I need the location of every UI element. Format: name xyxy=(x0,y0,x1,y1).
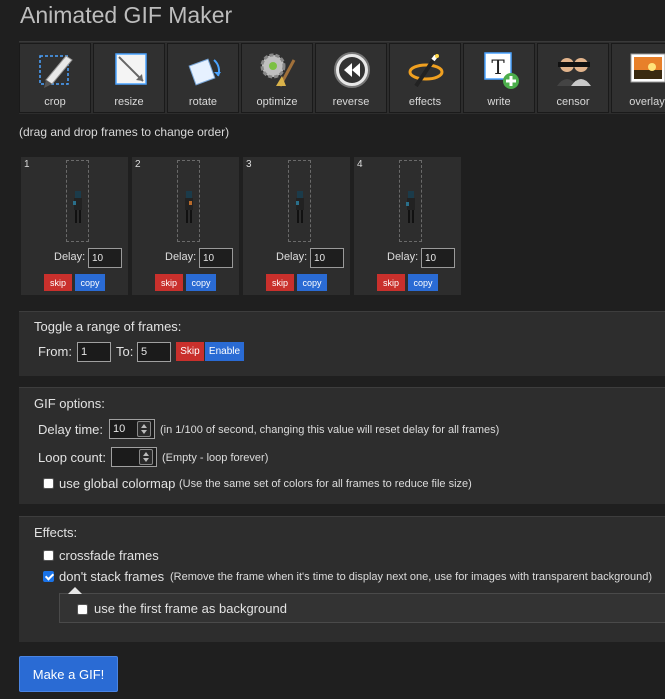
write-icon: T xyxy=(484,52,519,89)
svg-text:T: T xyxy=(491,55,505,79)
sprite-figure xyxy=(406,191,415,223)
global-colormap-checkbox[interactable] xyxy=(43,478,54,489)
delay-label: Delay: xyxy=(54,251,86,263)
dont-stack-note: (Remove the frame when it's time to disp… xyxy=(170,571,653,583)
range-enable-button[interactable]: Enable xyxy=(205,342,244,361)
tool-label: rotate xyxy=(188,96,218,108)
delay-time-label: Delay time: xyxy=(38,422,104,437)
sprite-figure xyxy=(73,191,82,223)
frame-delay-input[interactable] xyxy=(421,248,455,268)
reverse-icon xyxy=(334,52,370,88)
frame-number: 2 xyxy=(135,159,141,170)
tool-label: effects xyxy=(408,96,442,108)
crossfade-checkbox[interactable] xyxy=(43,550,54,561)
global-colormap-label: use global colormap xyxy=(59,476,176,491)
frame-thumbnail[interactable] xyxy=(288,160,311,242)
frame-thumbnail[interactable] xyxy=(399,160,422,242)
delay-label: Delay: xyxy=(165,251,197,263)
crop-tool-button[interactable]: crop xyxy=(19,43,91,113)
tool-label: reverse xyxy=(332,96,370,108)
range-skip-button[interactable]: Skip xyxy=(176,342,204,361)
tool-label: resize xyxy=(114,96,144,108)
censor-icon xyxy=(557,58,591,86)
frame-thumbnail[interactable] xyxy=(66,160,89,242)
frame-number: 4 xyxy=(357,159,363,170)
rotate-tool-button[interactable]: rotate xyxy=(167,43,239,113)
first-frame-background-label: use the first frame as background xyxy=(94,601,287,616)
resize-icon xyxy=(115,53,147,85)
toggle-range-title: Toggle a range of frames: xyxy=(34,319,182,334)
tool-label: censor xyxy=(556,96,590,108)
overlay-tool-button[interactable]: overlay xyxy=(611,43,665,113)
range-to-input[interactable] xyxy=(137,342,171,362)
frame-card[interactable]: 3 Delay: skip copy xyxy=(243,157,350,295)
loop-count-label: Loop count: xyxy=(38,450,106,465)
from-label: From: xyxy=(38,344,72,359)
make-gif-button[interactable]: Make a GIF! xyxy=(19,656,118,692)
range-from-input[interactable] xyxy=(77,342,111,362)
dont-stack-checkbox[interactable] xyxy=(43,571,54,582)
frame-thumbnail[interactable] xyxy=(177,160,200,242)
frame-number: 1 xyxy=(24,159,30,170)
crossfade-label: crossfade frames xyxy=(59,548,159,563)
reverse-tool-button[interactable]: reverse xyxy=(315,43,387,113)
effects-tool-button[interactable]: effects xyxy=(389,43,461,113)
tool-label: crop xyxy=(44,96,66,108)
gif-options-panel: GIF options: Delay time: (in 1/100 of se… xyxy=(19,387,665,504)
dont-stack-subpanel: use the first frame as background xyxy=(59,587,665,623)
frame-skip-button[interactable]: skip xyxy=(377,274,405,291)
frames-hint: (drag and drop frames to change order) xyxy=(19,125,230,139)
frame-delay-input[interactable] xyxy=(310,248,344,268)
frame-skip-button[interactable]: skip xyxy=(44,274,72,291)
frame-number: 3 xyxy=(246,159,252,170)
resize-tool-button[interactable]: resize xyxy=(93,43,165,113)
delay-label: Delay: xyxy=(387,251,419,263)
tool-label: write xyxy=(487,96,511,108)
dont-stack-label: don't stack frames xyxy=(59,569,165,584)
gif-options-title: GIF options: xyxy=(34,396,105,411)
frame-card[interactable]: 2 Delay: skip copy xyxy=(132,157,239,295)
write-tool-button[interactable]: T write xyxy=(463,43,535,113)
loop-count-note: (Empty - loop forever) xyxy=(162,452,269,464)
effects-panel: Effects: crossfade frames don't stack fr… xyxy=(19,516,665,642)
caret-up-icon xyxy=(68,587,82,594)
frame-delay-input[interactable] xyxy=(88,248,122,268)
frame-copy-button[interactable]: copy xyxy=(75,274,105,291)
page-title: Animated GIF Maker xyxy=(20,2,233,28)
loop-stepper-icon[interactable] xyxy=(139,449,153,465)
frame-card[interactable]: 1 Delay: skip copy xyxy=(21,157,128,295)
sprite-figure xyxy=(185,191,193,223)
frame-delay-input[interactable] xyxy=(199,248,233,268)
optimize-tool-button[interactable]: optimize xyxy=(241,43,313,113)
effects-icon xyxy=(408,54,444,88)
sprite-figure xyxy=(296,191,304,223)
rotate-icon xyxy=(188,58,221,86)
global-colormap-note: (Use the same set of colors for all fram… xyxy=(179,478,472,490)
frame-skip-button[interactable]: skip xyxy=(155,274,183,291)
first-frame-background-checkbox[interactable] xyxy=(77,604,88,615)
frame-card[interactable]: 4 Delay: skip copy xyxy=(354,157,461,295)
to-label: To: xyxy=(116,344,134,359)
frame-copy-button[interactable]: copy xyxy=(186,274,216,291)
tool-label: optimize xyxy=(256,96,298,108)
delay-time-note: (in 1/100 of second, changing this value… xyxy=(160,424,500,436)
frame-skip-button[interactable]: skip xyxy=(266,274,294,291)
overlay-icon xyxy=(630,53,665,83)
toggle-range-panel: Toggle a range of frames: From: To: Skip… xyxy=(19,311,665,376)
optimize-icon xyxy=(260,53,296,87)
delay-stepper-icon[interactable] xyxy=(137,421,151,437)
delay-label: Delay: xyxy=(276,251,308,263)
frame-copy-button[interactable]: copy xyxy=(408,274,438,291)
toolbar: crop resize rotate optimize reverse effe… xyxy=(19,41,665,114)
tool-label: overlay xyxy=(629,96,665,108)
crop-icon xyxy=(39,55,73,88)
frame-copy-button[interactable]: copy xyxy=(297,274,327,291)
censor-tool-button[interactable]: censor xyxy=(537,43,609,113)
effects-title: Effects: xyxy=(34,525,78,540)
frames-list: 1 Delay: skip copy 2 Delay: xyxy=(21,157,466,295)
